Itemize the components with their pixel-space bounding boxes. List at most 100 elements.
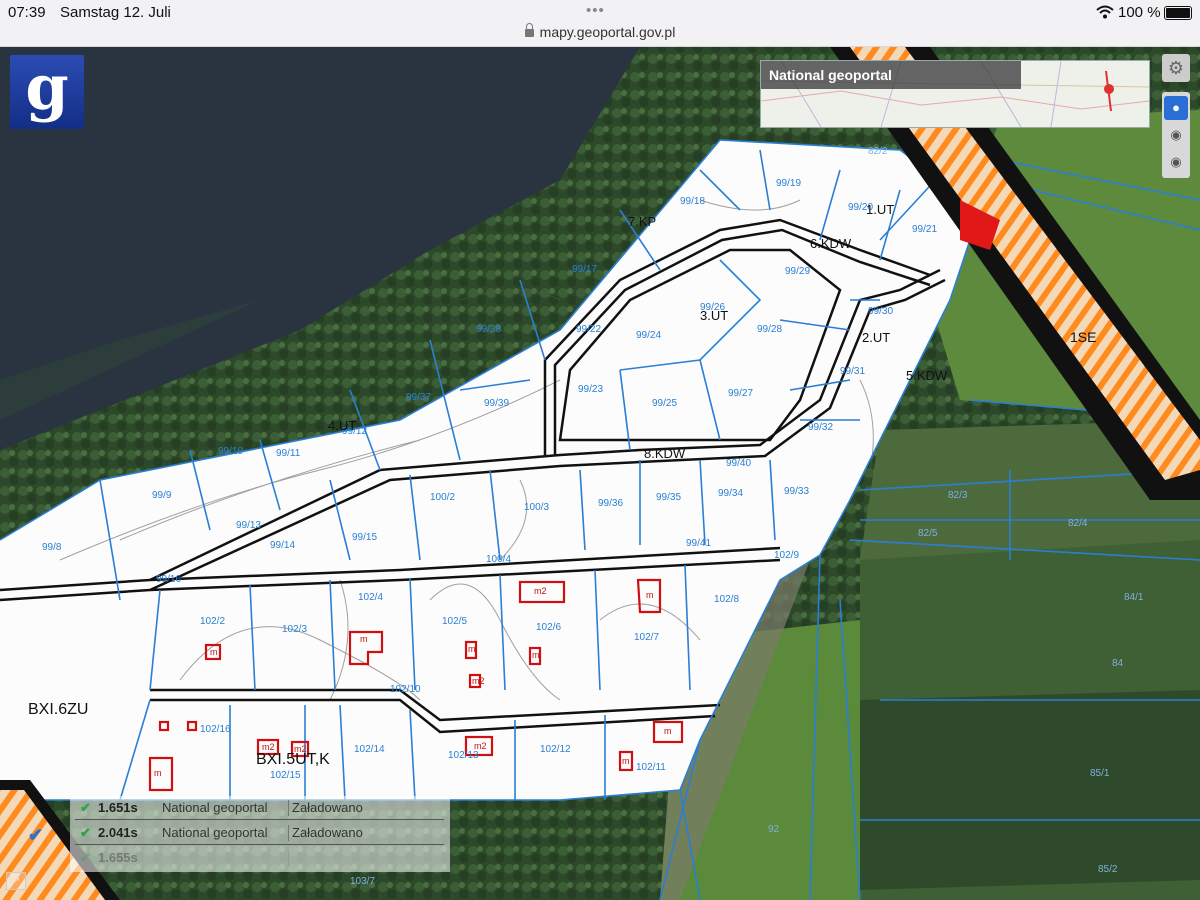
parcel-label: 99/28 [757,324,782,335]
load-time: 1.655s [98,850,138,865]
building-label: m2 [472,676,485,686]
load-state: Załadowano [292,800,363,815]
parcel-label: 99/22 [576,324,601,335]
building-label: m [622,756,630,766]
load-time: 1.651s [98,800,138,815]
road-number-label: 1SE [1070,329,1096,345]
load-status-row: ✔ 1.655s [70,846,450,870]
load-status-row: ✔ 2.041s National geoportal Załadowano [70,821,450,845]
road-label: 8.KDW [644,446,686,461]
check-icon: ✔ [80,825,91,840]
clock: 07:39 [8,4,46,21]
check-icon: ✔ [80,850,91,865]
load-status-panel: ✔ 1.651s National geoportal Załadowano ✔… [70,796,450,872]
parcel-label: 102/14 [354,744,385,755]
building-label: m2 [474,741,487,751]
gear-icon: ⚙ [1167,58,1185,78]
building-label: m [468,644,476,654]
parcel-label: 102/4 [358,592,383,603]
parcel-label: 99/39 [484,398,509,409]
layer-checkmark-icon[interactable]: ✔ [28,825,43,846]
parcel-label: 103/7 [350,876,375,887]
parcel-label: 102/8 [714,594,739,605]
overview-map[interactable]: National geoportal [760,60,1150,128]
parcel-label: 102/16 [200,724,231,735]
building-label: m [664,726,672,736]
parcel-label: 102/15 [270,770,301,781]
load-status-row: ✔ 1.651s National geoportal Załadowano [70,796,450,820]
parcel-label: 99/33 [784,486,809,497]
parcel-label: 99/19 [776,178,801,189]
parcel-label: 84 [1112,658,1124,669]
divider [75,844,444,845]
parcel-label: 102/3 [282,624,307,635]
geoportal-logo[interactable]: g [10,55,84,129]
parcel-label: 99/38 [476,324,501,335]
parcel-label: 102/7 [634,632,659,643]
parcel-label: 99/30 [868,306,893,317]
parcel-label: 102/9 [774,550,799,561]
building-label: m [154,768,162,778]
parcel-label: 100/4 [486,554,511,565]
expand-panel-icon[interactable]: ↗ [6,872,26,890]
parcel-label: 99/15 [352,532,377,543]
check-icon: ✔ [80,800,91,815]
parcel-label: 99/23 [578,384,603,395]
building-label: m [360,634,368,644]
layer-button-1[interactable]: ● [1164,96,1188,120]
parcel-label: 92 [768,824,780,835]
parcel-label: 99/8 [42,542,62,553]
parcel-label: 102/13 [448,750,479,761]
overview-map-title: National geoportal [761,61,1021,89]
parcel-label: 100/2 [430,492,455,503]
parcel-label: 82/2 [868,146,888,157]
address-bar[interactable]: mapy.geoportal.gov.pl [0,23,1200,40]
battery-percent: 100 % [1118,4,1161,21]
road-label: 6.KDW [810,236,852,251]
parcel-label: 102/2 [200,616,225,627]
service-name: National geoportal [162,825,268,840]
parcel-label: 82/5 [918,528,938,539]
ios-status-bar: 07:39 Samstag 12. Juli ••• mapy.geoporta… [0,0,1200,47]
load-state: Załadowano [292,825,363,840]
building-label: m2 [294,744,307,754]
divider [288,825,289,841]
building-label: m [646,590,654,600]
wifi-icon [1096,5,1114,23]
url-text: mapy.geoportal.gov.pl [539,24,676,40]
parcel-label: 99/24 [636,330,661,341]
parcel-label: 82/3 [948,490,968,501]
parcel-label: 99/10 [218,446,243,457]
parcel-label: 99/16 [156,574,181,585]
date: Samstag 12. Juli [60,4,171,21]
divider [288,800,289,816]
map-canvas[interactable]: 99/19 99/18 99/20 99/21 99/17 99/29 99/2… [0,47,1200,900]
eye-icon[interactable]: ◉ [1164,150,1188,174]
layer-switcher[interactable]: ● ◉ ◉ [1162,92,1190,178]
battery-icon [1164,6,1192,20]
lock-icon [524,23,534,37]
parcel-label: 99/13 [236,520,261,531]
building-label: m [210,647,218,657]
parcel-label: 99/32 [808,422,833,433]
parcel-label: 99/25 [652,398,677,409]
zone-label: 3.UT [700,308,728,323]
parcel-label: 85/2 [1098,864,1118,875]
parcel-label: 99/34 [718,488,743,499]
parcel-label: 99/36 [598,498,623,509]
zone-label: 1.UT [866,202,894,217]
service-name: National geoportal [162,800,268,815]
parcel-label: 100/3 [524,502,549,513]
divider [75,819,444,820]
parcel-label: 99/41 [686,538,711,549]
load-time: 2.041s [98,825,138,840]
parcel-label: 99/40 [726,458,751,469]
parcel-label: 99/14 [270,540,295,551]
parcel-label: 102/11 [636,762,666,773]
eye-icon[interactable]: ◉ [1164,123,1188,147]
parcel-label: 99/9 [152,490,172,501]
parcel-label: 102/10 [390,684,421,695]
menu-dots-icon[interactable]: ••• [586,2,605,19]
parcel-label: 84/1 [1124,592,1144,603]
settings-tools-button[interactable]: ⚙ [1162,54,1190,82]
